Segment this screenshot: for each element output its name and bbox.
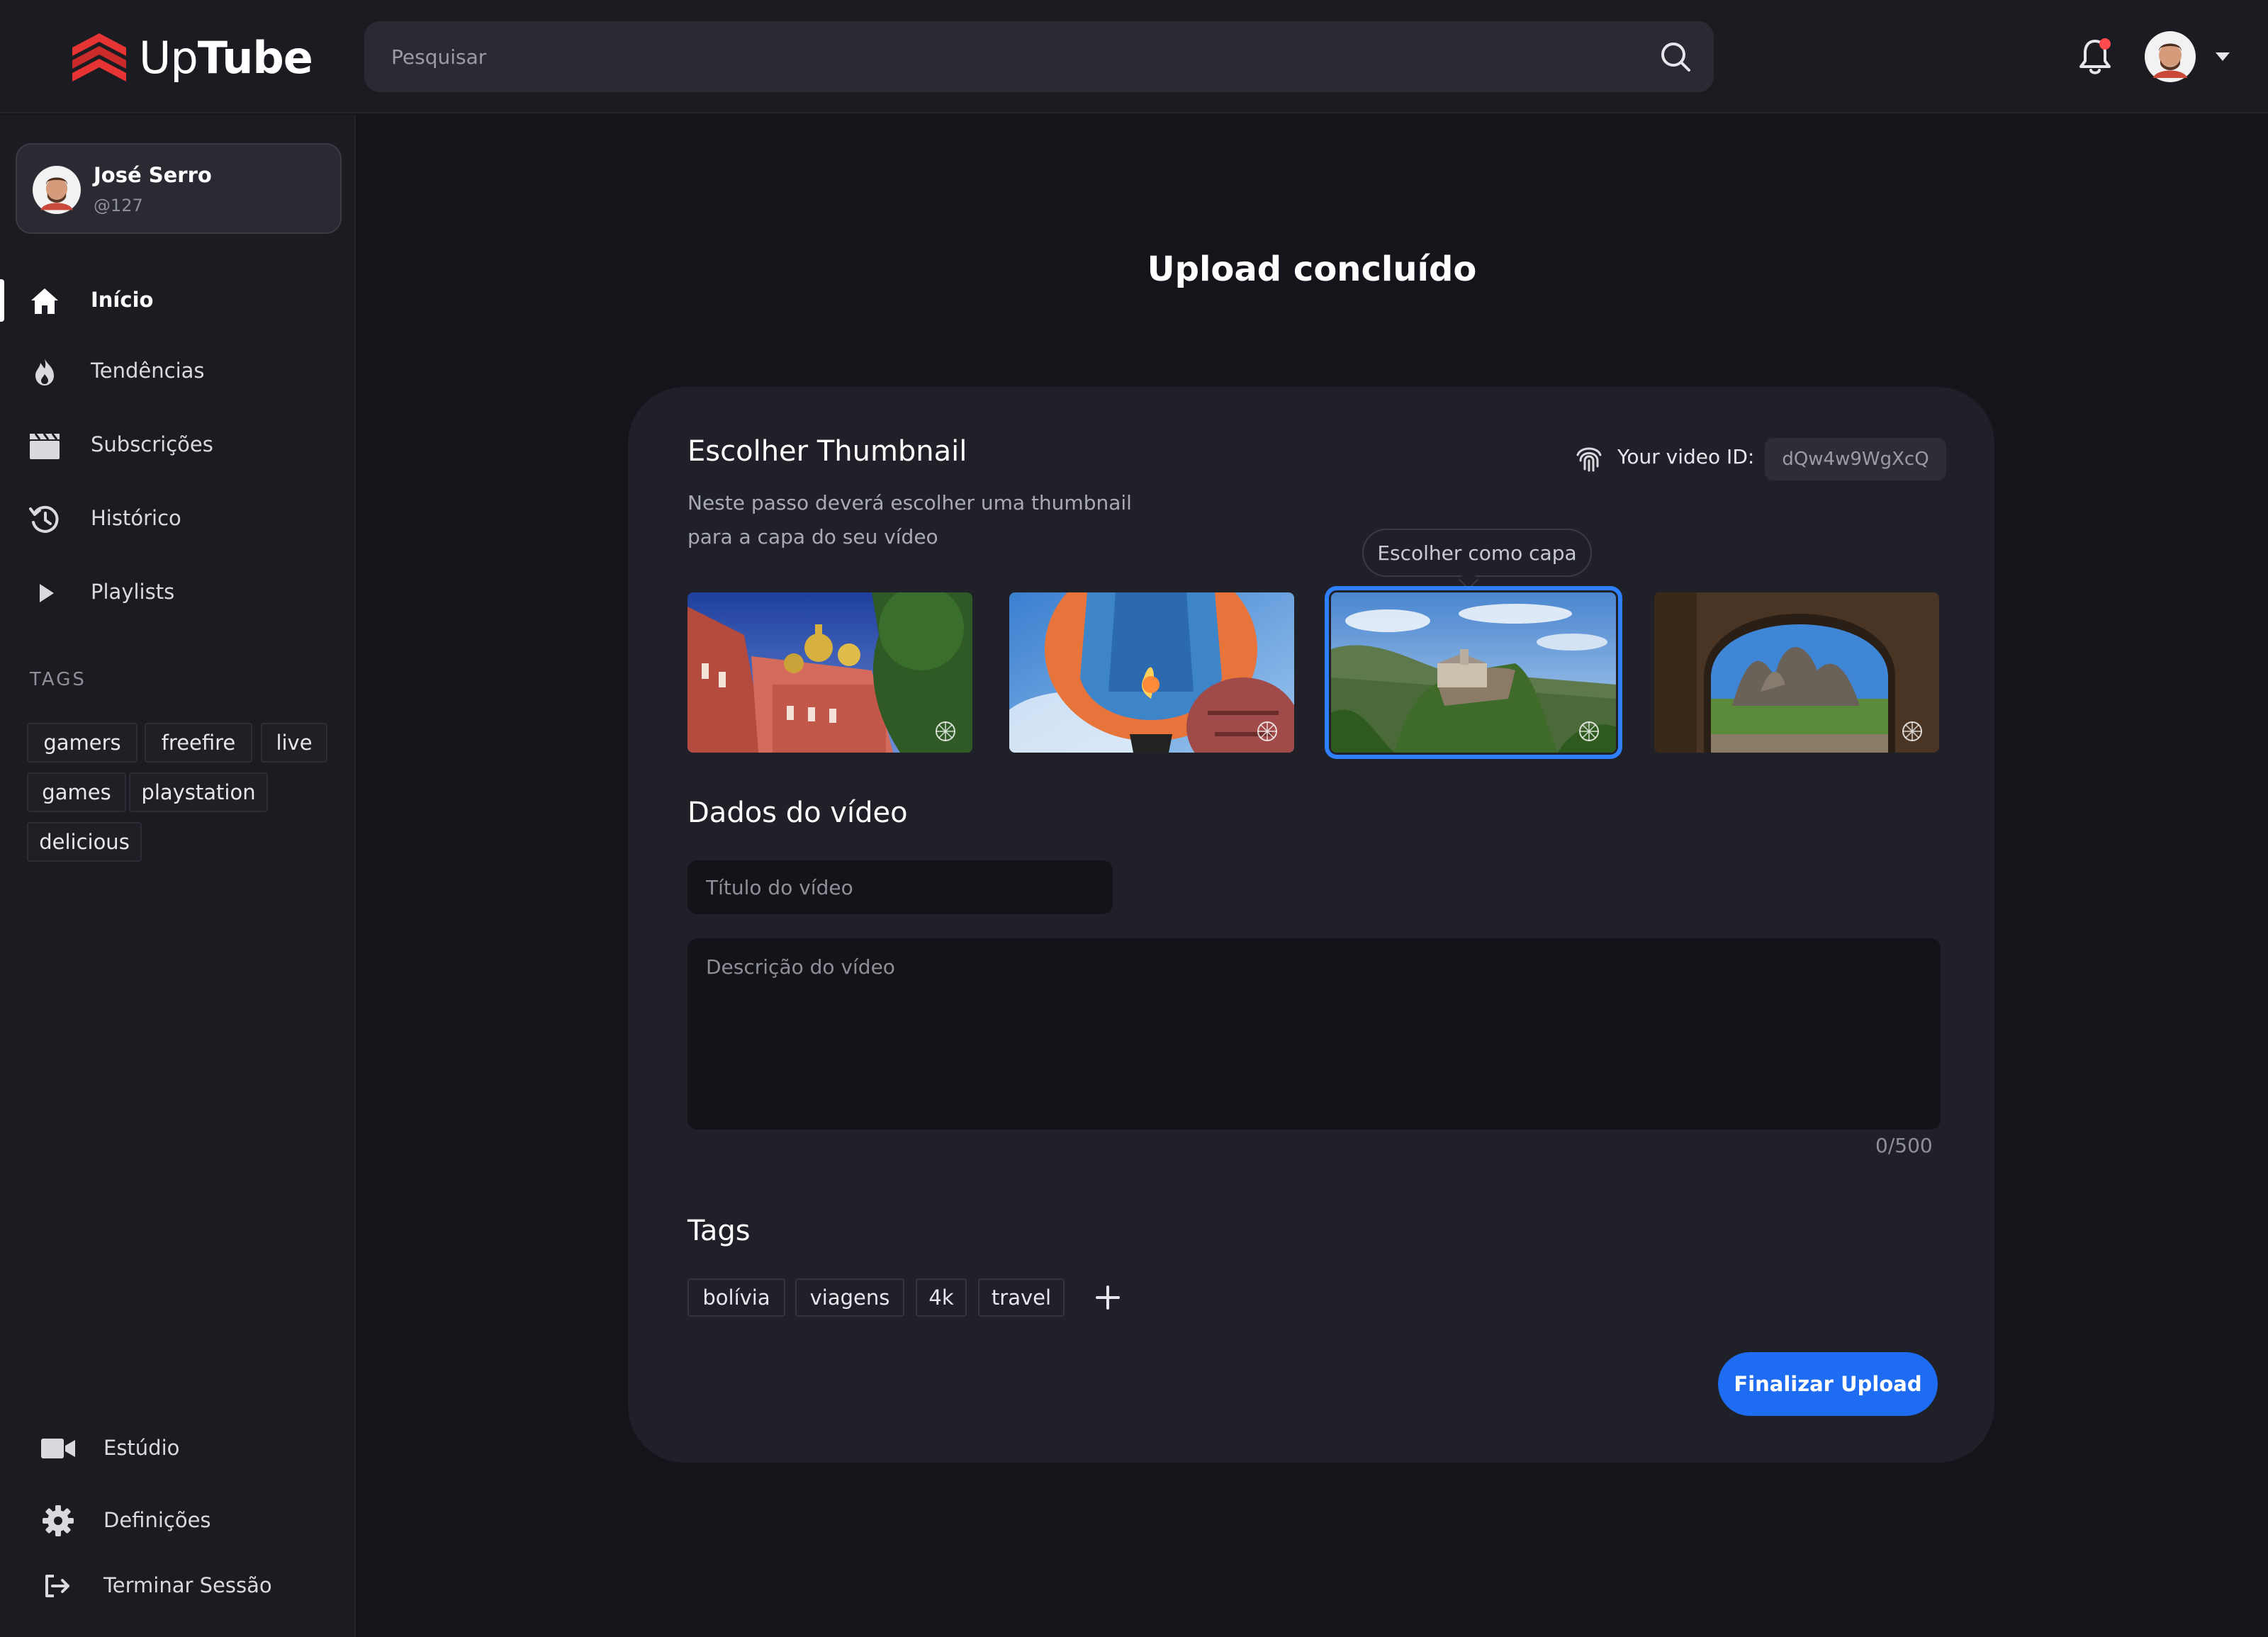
chevron-down-icon[interactable] (2214, 51, 2231, 62)
uptube-logo-icon (72, 33, 126, 81)
flame-icon (35, 359, 54, 386)
search-bar (364, 21, 1714, 92)
sidebar-item-label: Terminar Sessão (103, 1573, 272, 1597)
sidebar-tag[interactable]: delicious (27, 822, 142, 862)
thumbnail-description: Neste passo deverá escolher uma thumbnai… (687, 486, 1132, 554)
hot-air-balloon-image[interactable] (1009, 592, 1294, 753)
uptube-logo[interactable]: UpTube (68, 26, 313, 89)
video-id-value[interactable]: dQw4w9WgXcQ (1765, 438, 1946, 480)
home-icon (31, 288, 58, 314)
avatar (33, 166, 81, 214)
sidebar-item-label: Tendências (91, 359, 205, 383)
play-icon (40, 584, 54, 602)
page-title: Upload concluído (1147, 249, 1477, 289)
sidebar-item-historico[interactable]: Histórico (0, 490, 354, 547)
logout-icon (45, 1575, 69, 1597)
church-domes-image[interactable] (687, 592, 972, 753)
sidebar-item-label: Playlists (91, 580, 175, 604)
fingerprint-icon (1576, 447, 1602, 472)
tags-heading: TAGS (30, 669, 86, 690)
search-input[interactable] (391, 21, 1639, 92)
thumbnail-section-title: Escolher Thumbnail (687, 435, 967, 468)
photo-credit-icon (1257, 721, 1277, 741)
sidebar-item-tendencias[interactable]: Tendências (0, 343, 354, 400)
thumbnail-description-line: Neste passo deverá escolher uma thumbnai… (687, 491, 1132, 514)
video-tag[interactable]: bolívia (687, 1278, 785, 1317)
video-description-textarea[interactable] (687, 938, 1941, 1130)
video-camera-icon (41, 1439, 75, 1458)
video-tag[interactable]: viagens (795, 1278, 904, 1317)
sidebar-tag[interactable]: gamers (27, 723, 137, 763)
sidebar-item-label: Início (91, 288, 154, 312)
choose-cover-tooltip: Escolher como capa (1362, 529, 1592, 577)
video-data-title: Dados do vídeo (687, 797, 908, 829)
sidebar-item-estudio[interactable]: Estúdio (0, 1420, 354, 1477)
video-title-input[interactable] (687, 860, 1113, 914)
tags-section-title: Tags (687, 1215, 751, 1247)
sidebar-tag[interactable]: games (27, 772, 126, 812)
rock-arch-landscape-image[interactable] (1654, 592, 1939, 753)
sidebar-item-label: Definições (103, 1508, 211, 1532)
gear-icon (43, 1505, 74, 1536)
profile-handle: @127 (94, 196, 143, 215)
notification-badge (2099, 38, 2111, 50)
top-bar: UpTube (0, 0, 2268, 113)
video-tag[interactable]: 4k (916, 1278, 967, 1317)
cliff-monastery-image[interactable] (1325, 586, 1622, 759)
sidebar: José Serro @127 Início Tendências Subscr… (0, 115, 356, 1637)
description-char-counter: 0/500 (1875, 1134, 1933, 1157)
upload-card: Escolher Thumbnail Neste passo deverá es… (628, 387, 1994, 1463)
history-icon (29, 505, 59, 533)
user-avatar[interactable] (2145, 31, 2196, 82)
video-tag[interactable]: travel (978, 1278, 1065, 1317)
sidebar-item-label: Estúdio (103, 1436, 180, 1460)
sidebar-item-label: Histórico (91, 506, 181, 530)
finish-upload-button[interactable]: Finalizar Upload (1718, 1352, 1938, 1416)
sidebar-item-label: Subscrições (91, 432, 213, 456)
profile-card[interactable]: José Serro @127 (16, 143, 342, 234)
sidebar-item-subscricoes[interactable]: Subscrições (0, 417, 354, 473)
photo-credit-icon (936, 721, 955, 741)
profile-name: José Serro (94, 163, 212, 187)
active-indicator (0, 279, 4, 322)
sidebar-item-definicoes[interactable]: Definições (0, 1492, 354, 1549)
sidebar-tag[interactable]: live (261, 723, 327, 763)
photo-credit-icon (1902, 721, 1922, 741)
video-id-label: Your video ID: (1617, 445, 1755, 468)
add-tag-icon[interactable] (1091, 1281, 1124, 1314)
sidebar-item-terminar-sessao[interactable]: Terminar Sessão (0, 1558, 354, 1614)
sidebar-item-playlists[interactable]: Playlists (0, 564, 354, 621)
photo-credit-icon (1579, 721, 1599, 741)
logo-wordmark: UpTube (139, 31, 313, 84)
sidebar-item-inicio[interactable]: Início (0, 272, 354, 329)
thumbnail-description-line: para a capa do seu vídeo (687, 525, 938, 549)
clapperboard-icon (30, 433, 60, 459)
search-icon[interactable] (1658, 40, 1692, 74)
sidebar-tag[interactable]: freefire (145, 723, 252, 763)
sidebar-tag[interactable]: playstation (129, 772, 268, 812)
